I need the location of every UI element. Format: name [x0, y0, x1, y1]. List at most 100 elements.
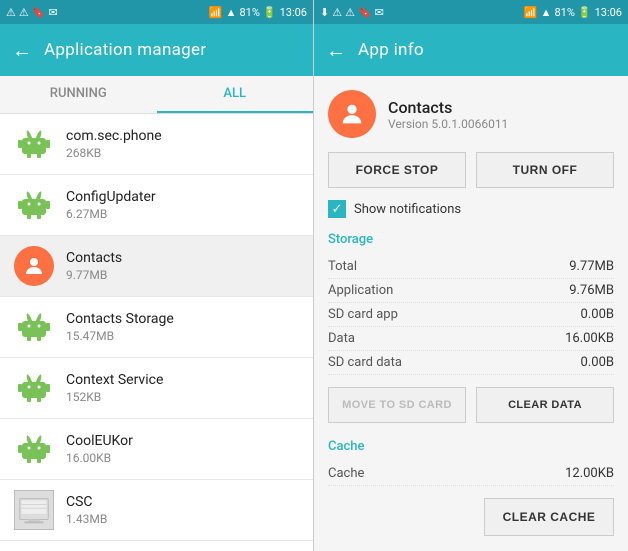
- app-version-label: Version 5.0.1.0066011: [388, 117, 508, 131]
- app-name: Context Service: [66, 372, 299, 388]
- list-item[interactable]: ConfigUpdater 6.27MB: [0, 175, 313, 236]
- signal-icon: 📶: [209, 6, 223, 19]
- left-header: ← Application manager: [0, 24, 313, 76]
- tab-all[interactable]: ALL: [157, 76, 314, 113]
- app-icon-status: 🔖: [32, 6, 46, 19]
- app-name: CSC: [66, 494, 299, 510]
- left-status-bar: ⚠ ⚠ 🔖 ✉ 📶 ▲ 81% 🔋 13:06: [0, 0, 313, 24]
- status-icons-right: 📶 ▲ 81% 🔋 13:06: [209, 6, 307, 19]
- app-info: CoolEUKor 16.00KB: [66, 433, 299, 465]
- clear-cache-row: CLEAR CACHE: [328, 498, 614, 536]
- contacts-app-icon: [328, 90, 376, 138]
- storage-value: 0.00B: [581, 355, 614, 370]
- storage-row-sdcard-app: SD card app 0.00B: [328, 303, 614, 327]
- contacts-icon: [14, 246, 54, 286]
- battery-text: 81%: [239, 6, 259, 19]
- clear-data-button[interactable]: CLEAR DATA: [476, 387, 614, 423]
- move-to-sd-button: MOVE TO SD CARD: [328, 387, 466, 423]
- tab-running[interactable]: RUNNING: [0, 76, 157, 113]
- app-name: CoolEUKor: [66, 433, 299, 449]
- warning-icon: ⚠: [332, 6, 342, 19]
- app-name: Contacts Storage: [66, 311, 299, 327]
- status-icons-right: 📶 ▲ 81% 🔋 13:06: [524, 6, 622, 19]
- battery-text: 81%: [554, 6, 574, 19]
- page-title: App info: [358, 40, 424, 60]
- app-info: ConfigUpdater 6.27MB: [66, 189, 299, 221]
- clear-cache-button[interactable]: CLEAR CACHE: [484, 498, 614, 536]
- list-item[interactable]: com.sec.phone 268KB: [0, 114, 313, 175]
- cache-label: Cache: [328, 466, 364, 481]
- app-size: 1.43MB: [66, 512, 299, 526]
- signal-icon: 📶: [524, 6, 538, 19]
- warning-icon: ⚠: [6, 6, 16, 19]
- warning-icon-2: ⚠: [345, 6, 355, 19]
- clock: 13:06: [595, 6, 622, 19]
- turn-off-button[interactable]: TURN OFF: [476, 152, 614, 188]
- app-size: 6.27MB: [66, 207, 299, 221]
- app-icon-android: [14, 307, 54, 347]
- storage-label: Application: [328, 283, 393, 298]
- list-item[interactable]: Context Service 152KB: [0, 358, 313, 419]
- app-info: Context Service 152KB: [66, 372, 299, 404]
- page-title: Application manager: [44, 40, 206, 60]
- app-name-label: Contacts: [388, 98, 508, 117]
- storage-value: 16.00KB: [565, 331, 614, 346]
- app-list: com.sec.phone 268KB Con: [0, 114, 313, 551]
- cache-value: 12.00KB: [565, 466, 614, 481]
- storage-table: Total 9.77MB Application 9.76MB SD card …: [328, 255, 614, 375]
- force-stop-button[interactable]: FORCE STOP: [328, 152, 466, 188]
- app-size: 15.47MB: [66, 329, 299, 343]
- storage-row-application: Application 9.76MB: [328, 279, 614, 303]
- action-buttons: FORCE STOP TURN OFF: [328, 152, 614, 188]
- storage-label: Data: [328, 331, 355, 346]
- app-icon-android: [14, 368, 54, 408]
- app-icon-android: [14, 124, 54, 164]
- list-item[interactable]: CoolEUKor 16.00KB: [0, 419, 313, 480]
- app-size: 16.00KB: [66, 451, 299, 465]
- cache-row: Cache 12.00KB: [328, 462, 614, 486]
- back-button[interactable]: ←: [326, 38, 346, 63]
- right-status-bar: ⬇ ⚠ ⚠ 🔖 ✉ 📶 ▲ 81% 🔋 13:06: [314, 0, 628, 24]
- app-info-text: Contacts Version 5.0.1.0066011: [388, 98, 508, 131]
- list-item[interactable]: Contacts Storage 15.47MB: [0, 297, 313, 358]
- storage-row-sdcard-data: SD card data 0.00B: [328, 351, 614, 375]
- show-notifications-row: ✓ Show notifications: [328, 200, 614, 218]
- app-icon-android: [14, 185, 54, 225]
- storage-value: 9.77MB: [569, 259, 614, 274]
- list-item[interactable]: CSC 1.43MB: [0, 480, 313, 541]
- tab-bar: RUNNING ALL: [0, 76, 313, 114]
- storage-section-title: Storage: [328, 232, 614, 247]
- list-item-contacts[interactable]: Contacts 9.77MB: [0, 236, 313, 297]
- notifications-checkbox[interactable]: ✓: [328, 200, 346, 218]
- app-info: com.sec.phone 268KB: [66, 128, 299, 160]
- storage-value: 9.76MB: [569, 283, 614, 298]
- storage-label: SD card app: [328, 307, 398, 322]
- storage-label: SD card data: [328, 355, 402, 370]
- storage-label: Total: [328, 259, 357, 274]
- storage-buttons: MOVE TO SD CARD CLEAR DATA: [328, 387, 614, 423]
- notifications-label: Show notifications: [354, 202, 461, 217]
- status-icons-left: ⬇ ⚠ ⚠ 🔖 ✉: [320, 6, 384, 19]
- app-name: ConfigUpdater: [66, 189, 299, 205]
- app-name: com.sec.phone: [66, 128, 299, 144]
- right-header: ← App info: [314, 24, 628, 76]
- app-info-header: Contacts Version 5.0.1.0066011: [328, 90, 614, 138]
- message-icon: ✉: [48, 6, 57, 19]
- app-info-content: Contacts Version 5.0.1.0066011 FORCE STO…: [314, 76, 628, 551]
- app-info: Contacts 9.77MB: [66, 250, 299, 282]
- app-info: Contacts Storage 15.47MB: [66, 311, 299, 343]
- download-icon: ⬇: [320, 6, 329, 19]
- wifi-icon: ▲: [541, 6, 552, 19]
- right-panel: ⬇ ⚠ ⚠ 🔖 ✉ 📶 ▲ 81% 🔋 13:06 ← App info: [314, 0, 628, 551]
- battery-icon: 🔋: [263, 6, 277, 19]
- battery-icon: 🔋: [578, 6, 592, 19]
- back-button[interactable]: ←: [12, 38, 32, 63]
- clock: 13:06: [280, 6, 307, 19]
- app-size: 268KB: [66, 146, 299, 160]
- status-icons-left: ⚠ ⚠ 🔖 ✉: [6, 6, 58, 19]
- app-icon-status: 🔖: [358, 6, 372, 19]
- list-item[interactable]: Device Provisioner 752KB: [0, 541, 313, 551]
- app-info: CSC 1.43MB: [66, 494, 299, 526]
- app-name: Contacts: [66, 250, 299, 266]
- csc-icon: [14, 490, 54, 530]
